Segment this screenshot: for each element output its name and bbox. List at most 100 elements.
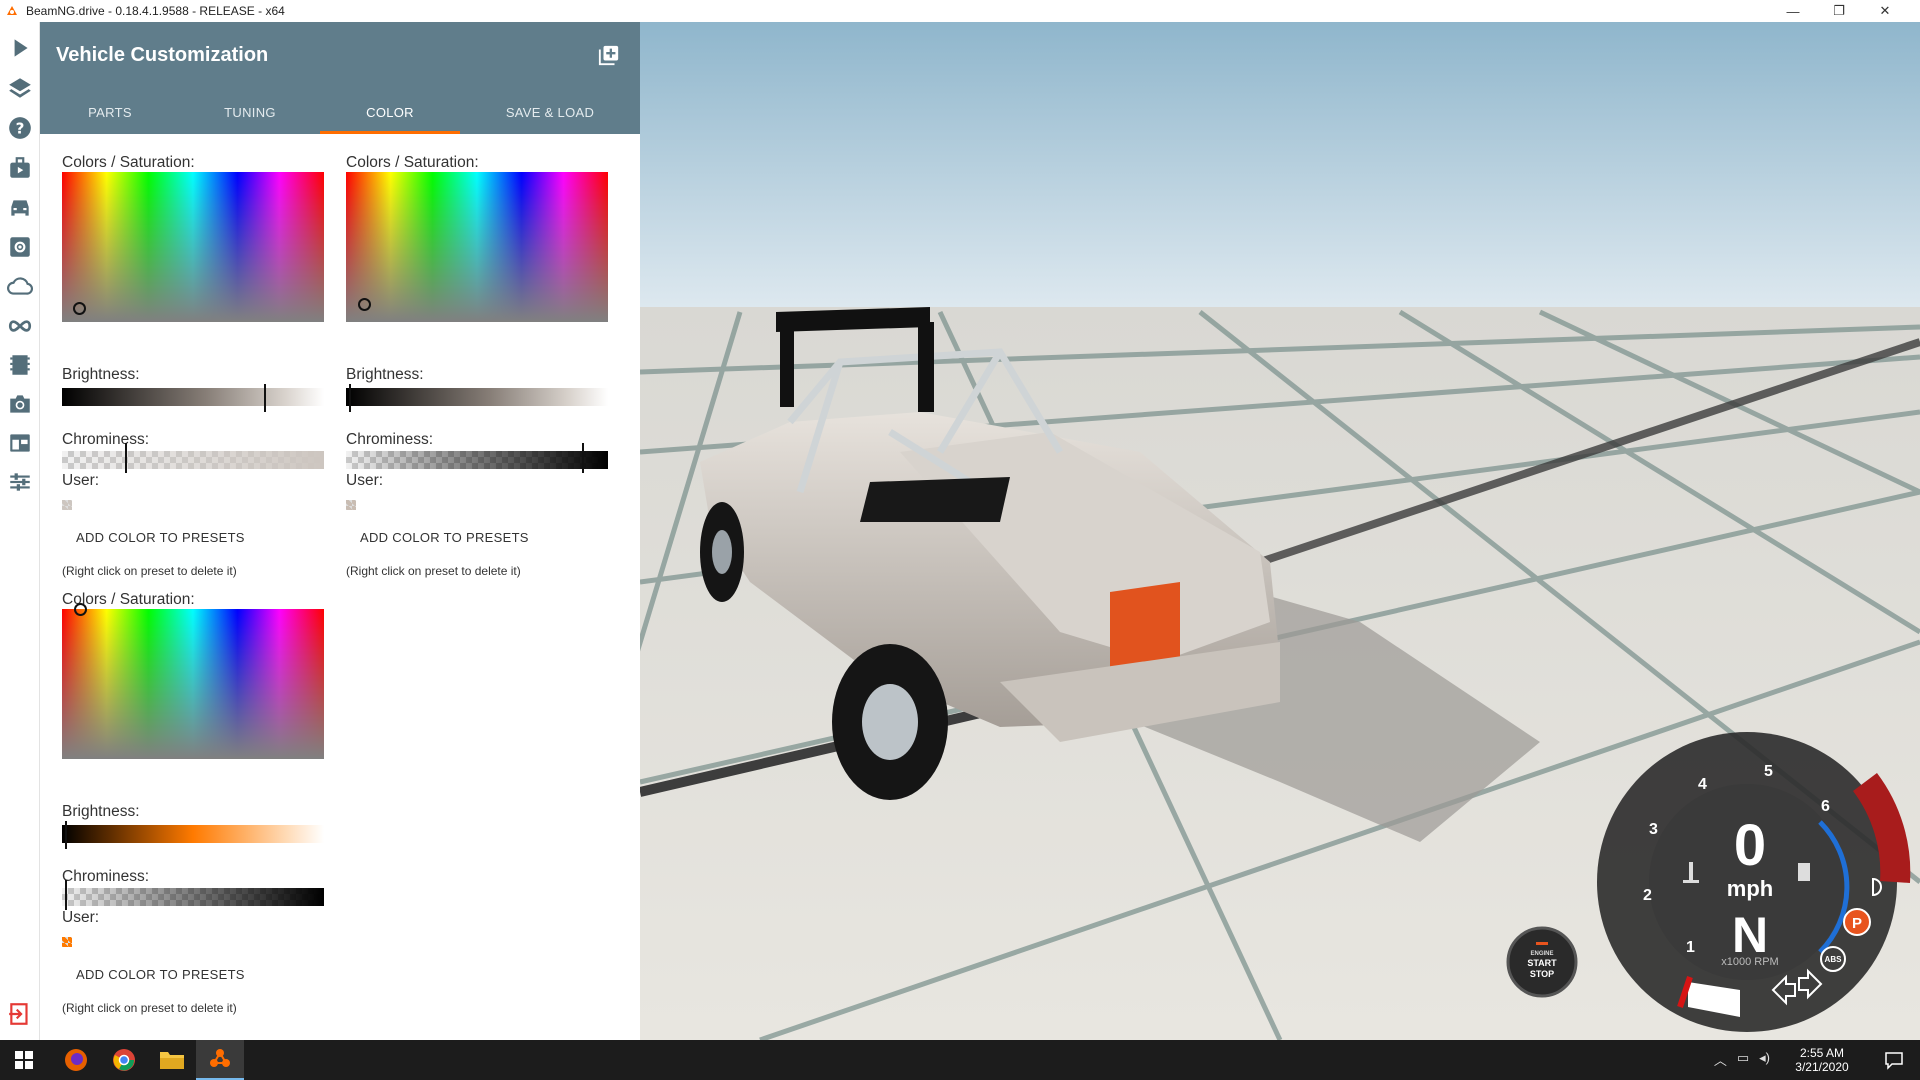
add-color-to-presets-button[interactable]: ADD COLOR TO PRESETS bbox=[76, 967, 245, 982]
engine-start-stop-button[interactable]: ENGINE START STOP bbox=[1506, 926, 1578, 998]
missions-icon[interactable] bbox=[6, 154, 34, 182]
rpm-tick-6: 6 bbox=[1821, 798, 1830, 815]
panel-title: Vehicle Customization bbox=[56, 44, 269, 66]
hue-saturation-area[interactable] bbox=[62, 172, 324, 322]
gauge-speed-unit: mph bbox=[1727, 876, 1773, 901]
tab-bar: PARTS TUNING COLOR SAVE & LOAD bbox=[40, 90, 640, 134]
hue-cursor[interactable] bbox=[74, 603, 87, 616]
gauge-gear: N bbox=[1732, 907, 1768, 963]
tab-tuning[interactable]: TUNING bbox=[180, 90, 320, 134]
chrominess-slider[interactable] bbox=[346, 443, 608, 473]
maximize-button[interactable]: ❐ bbox=[1816, 0, 1862, 22]
windows-taskbar: ︿ ▭ ◂) 2:55 AM 3/21/2020 bbox=[0, 1040, 1920, 1080]
play-icon[interactable] bbox=[6, 34, 34, 62]
replay-icon[interactable] bbox=[6, 351, 34, 379]
environment-icon[interactable] bbox=[6, 272, 34, 300]
layers-icon[interactable] bbox=[6, 74, 34, 102]
minimize-button[interactable]: — bbox=[1770, 0, 1816, 22]
engine-label-1: ENGINE bbox=[1530, 951, 1553, 957]
chrome-icon[interactable] bbox=[100, 1040, 148, 1080]
preset-hint: (Right click on preset to delete it) bbox=[346, 564, 521, 578]
brightness-handle[interactable] bbox=[263, 384, 266, 412]
clock[interactable]: 2:55 AM 3/21/2020 bbox=[1782, 1040, 1862, 1080]
tab-color[interactable]: COLOR bbox=[320, 90, 460, 134]
window-title: BeamNG.drive - 0.18.4.1.9588 - RELEASE -… bbox=[26, 4, 285, 18]
rpm-tick-4: 4 bbox=[1698, 776, 1707, 793]
hue-cursor[interactable] bbox=[358, 298, 371, 311]
abs-badge: ABS bbox=[1825, 955, 1843, 964]
hue-saturation-area[interactable] bbox=[62, 603, 324, 759]
notifications-icon[interactable] bbox=[1884, 1050, 1904, 1070]
gauge-speed: 0 bbox=[1734, 813, 1766, 878]
vehicle-customization-panel: Vehicle Customization PARTS TUNING COLOR… bbox=[40, 22, 640, 1040]
ui-apps-icon[interactable] bbox=[6, 429, 34, 457]
file-explorer-icon[interactable] bbox=[148, 1040, 196, 1080]
hue-saturation-area[interactable] bbox=[346, 172, 608, 322]
user-label: User: bbox=[346, 472, 384, 489]
rpm-tick-3: 3 bbox=[1649, 821, 1658, 838]
gauge-rpm-label: x1000 RPM bbox=[1721, 956, 1778, 968]
brightness-label: Brightness: bbox=[62, 366, 140, 383]
chrominess-slider[interactable] bbox=[62, 443, 324, 473]
brightness-label: Brightness: bbox=[62, 803, 140, 820]
fuel-icon bbox=[1798, 863, 1810, 881]
user-label: User: bbox=[62, 472, 100, 489]
system-tray: ︿ ▭ ◂) bbox=[1714, 1050, 1770, 1069]
photo-mode-icon[interactable] bbox=[6, 390, 34, 418]
help-icon[interactable]: ? bbox=[6, 114, 34, 142]
brightness-slider[interactable] bbox=[62, 384, 324, 412]
brightness-slider[interactable] bbox=[346, 384, 608, 412]
rpm-tick-2: 2 bbox=[1643, 887, 1652, 904]
chrominess-handle[interactable] bbox=[64, 880, 67, 910]
brightness-label: Brightness: bbox=[346, 366, 424, 383]
engine-label-2: START bbox=[1527, 958, 1557, 968]
brightness-handle[interactable] bbox=[348, 384, 351, 412]
preset-hint: (Right click on preset to delete it) bbox=[62, 564, 237, 578]
chrominess-handle[interactable] bbox=[581, 443, 584, 473]
track-builder-icon[interactable] bbox=[6, 312, 34, 340]
vehicle-config-icon[interactable] bbox=[6, 233, 34, 261]
chrominess-slider[interactable] bbox=[62, 880, 324, 910]
svg-text:?: ? bbox=[16, 119, 25, 137]
panel-header: Vehicle Customization PARTS TUNING COLOR… bbox=[40, 22, 640, 134]
chrominess-label: Chrominess: bbox=[62, 431, 149, 448]
brightness-slider[interactable] bbox=[62, 821, 324, 849]
chrominess-label: Chrominess: bbox=[62, 868, 149, 885]
chrominess-label: Chrominess: bbox=[346, 431, 433, 448]
rpm-tick-5: 5 bbox=[1764, 763, 1773, 780]
user-preset-swatch[interactable] bbox=[62, 500, 72, 510]
add-window-icon[interactable] bbox=[598, 44, 620, 66]
user-preset-swatch[interactable] bbox=[346, 500, 356, 510]
beamng-app-icon bbox=[7, 6, 17, 15]
windows-start-icon[interactable] bbox=[0, 1040, 48, 1080]
vehicles-icon[interactable] bbox=[6, 194, 34, 222]
options-icon[interactable] bbox=[6, 468, 34, 496]
network-icon[interactable]: ▭ bbox=[1737, 1050, 1749, 1069]
rpm-tick-1: 1 bbox=[1686, 939, 1695, 956]
window-title-bar: BeamNG.drive - 0.18.4.1.9588 - RELEASE -… bbox=[0, 0, 1920, 22]
parking-badge: P bbox=[1852, 915, 1862, 932]
hue-cursor[interactable] bbox=[73, 302, 86, 315]
colors-saturation-label: Colors / Saturation: bbox=[346, 154, 479, 171]
beamng-icon[interactable] bbox=[196, 1040, 244, 1080]
brightness-handle[interactable] bbox=[64, 821, 67, 849]
preset-hint: (Right click on preset to delete it) bbox=[62, 1001, 237, 1015]
main-menu-sidebar: ? bbox=[0, 22, 40, 1040]
clock-date: 3/21/2020 bbox=[1795, 1060, 1849, 1074]
chevron-up-icon[interactable]: ︿ bbox=[1714, 1050, 1727, 1069]
exit-icon[interactable] bbox=[6, 1000, 34, 1028]
user-preset-swatch[interactable] bbox=[62, 937, 72, 947]
tab-save-load[interactable]: SAVE & LOAD bbox=[460, 90, 640, 134]
add-color-to-presets-button[interactable]: ADD COLOR TO PRESETS bbox=[360, 530, 529, 545]
firefox-icon[interactable] bbox=[52, 1040, 100, 1080]
tab-parts[interactable]: PARTS bbox=[40, 90, 180, 134]
engine-label-3: STOP bbox=[1530, 969, 1554, 979]
user-label: User: bbox=[62, 909, 100, 926]
game-viewport[interactable]: 0 mph N x1000 RPM 1 2 3 4 5 6 P ABS ENGI… bbox=[640, 22, 1920, 1040]
scene-render: 0 mph N x1000 RPM 1 2 3 4 5 6 P ABS ENGI… bbox=[640, 22, 1920, 1040]
close-button[interactable]: ✕ bbox=[1862, 0, 1908, 22]
chrominess-handle[interactable] bbox=[124, 443, 127, 473]
add-color-to-presets-button[interactable]: ADD COLOR TO PRESETS bbox=[76, 530, 245, 545]
volume-icon[interactable]: ◂) bbox=[1759, 1050, 1770, 1069]
dashboard-gauge: 0 mph N x1000 RPM 1 2 3 4 5 6 P ABS bbox=[1597, 732, 1911, 1032]
